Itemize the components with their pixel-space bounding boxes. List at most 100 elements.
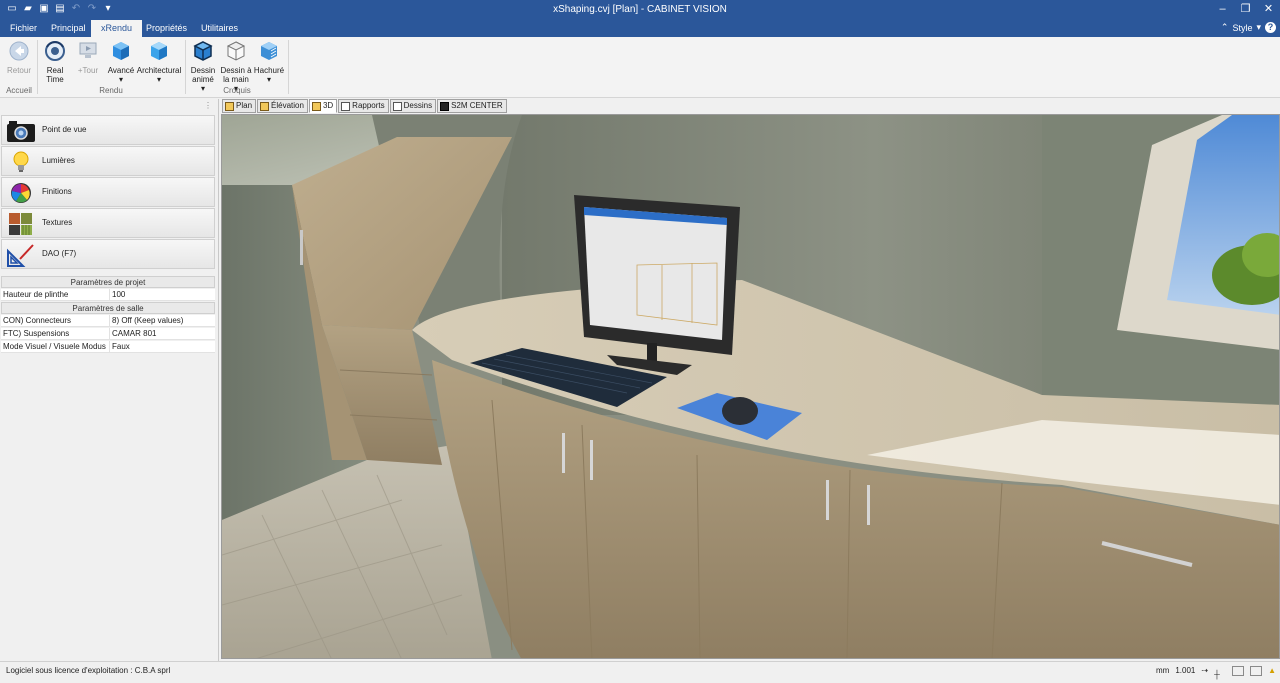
back-arrow-icon — [9, 41, 29, 61]
grid-icon[interactable] — [1232, 665, 1245, 676]
nav-label: DAO (F7) — [42, 249, 77, 258]
param-value[interactable]: CAMAR 801 — [109, 328, 215, 339]
3d-render-scene — [222, 115, 1279, 658]
warning-icon[interactable]: ▲ — [1268, 662, 1276, 679]
nav-label: Lumières — [42, 156, 75, 165]
restore-icon[interactable]: ❐ — [1234, 0, 1257, 20]
3d-viewport[interactable] — [221, 114, 1280, 659]
dessin-main-label: Dessin à la main — [220, 66, 252, 84]
collapse-ribbon-icon[interactable]: ⌃ — [1221, 22, 1229, 33]
doc-tab-label: S2M CENTER — [451, 101, 503, 110]
tab-utilitaires[interactable]: Utilitaires — [191, 20, 248, 37]
hachure-label: Hachuré — [253, 66, 285, 75]
set-square-icon — [7, 244, 34, 267]
plan-icon — [225, 101, 234, 111]
avance-button[interactable]: Avancé ▾ — [106, 40, 136, 84]
tab-xrendu[interactable]: xRendu — [91, 20, 143, 37]
tab-principal[interactable]: Principal — [41, 20, 96, 37]
textures-icon — [9, 213, 32, 235]
param-key: Hauteur de plinthe — [3, 290, 69, 299]
lightbulb-icon — [13, 151, 29, 172]
avance-label: Avancé — [107, 66, 135, 75]
realtime-icon — [45, 41, 65, 61]
group-separator — [37, 40, 38, 94]
retour-button[interactable]: Retour — [4, 40, 34, 75]
param-value[interactable]: 8) Off (Keep values) — [109, 315, 215, 326]
nav-label: Finitions — [42, 187, 72, 196]
doc-tab-elevation[interactable]: Élévation — [257, 99, 308, 113]
doc-tab-rapports[interactable]: Rapports — [338, 99, 389, 113]
param-key: FTC) Suspensions — [3, 329, 70, 338]
param-row[interactable]: CON) Connecteurs 8) Off (Keep values) — [1, 315, 215, 327]
tour-button[interactable]: +Tour — [74, 40, 102, 75]
doc-tab-label: 3D — [322, 101, 334, 110]
hachure-button[interactable]: Hachuré ▾ — [253, 40, 285, 84]
doc-tab-3d[interactable]: 3D — [308, 99, 338, 113]
crosshair-icon[interactable]: ┼ — [1214, 666, 1226, 679]
tour-icon — [79, 42, 97, 58]
help-icon[interactable]: ? — [1265, 22, 1276, 33]
status-bar: Logiciel sous licence d'exploitation : C… — [0, 661, 1280, 679]
cube-advanced-icon — [113, 42, 129, 60]
doc-tab-plan[interactable]: Plan — [222, 99, 257, 113]
report-icon — [341, 101, 351, 111]
tab-proprietes[interactable]: Propriétés — [136, 20, 197, 37]
architectural-button[interactable]: Architectural ▾ — [136, 40, 182, 84]
architectural-label: Architectural — [136, 66, 182, 75]
nav-label: Point de vue — [42, 125, 87, 134]
real-time-label: Real Time — [46, 66, 64, 84]
tour-label: +Tour — [77, 66, 99, 75]
architectural-dropdown-icon: ▾ — [156, 75, 161, 84]
snap-icon[interactable]: ⇢ — [1201, 662, 1208, 679]
scale-value[interactable]: 1.001 — [1175, 662, 1195, 679]
param-row[interactable]: Hauteur de plinthe 100 — [1, 289, 215, 301]
dessin-anime-label: Dessin animé — [190, 66, 216, 84]
doc-tab-dessins[interactable]: Dessins — [389, 99, 437, 113]
license-text: Logiciel sous licence d'exploitation : C… — [6, 666, 171, 675]
doc-tab-label: Rapports — [352, 101, 385, 110]
room-params-header: Paramètres de salle — [1, 302, 215, 314]
group-separator — [185, 40, 186, 94]
s2m-icon — [440, 101, 450, 111]
3d-icon — [311, 101, 321, 111]
panel-grip-icon[interactable]: ⋮ — [204, 101, 212, 110]
param-row[interactable]: FTC) Suspensions CAMAR 801 — [1, 328, 215, 340]
title-bar: ▭ ▰ ▣ ▤ ↶ ↷ ▾ xShaping.cvj [Plan] - CABI… — [0, 0, 1280, 20]
param-value[interactable]: Faux — [109, 341, 215, 352]
group-label-rendu: Rendu — [99, 86, 123, 95]
style-menu[interactable]: Style — [1232, 23, 1252, 33]
avance-dropdown-icon: ▾ — [118, 75, 123, 84]
style-dropdown-icon[interactable]: ▾ — [1256, 22, 1261, 33]
nav-finitions[interactable]: Finitions — [1, 177, 215, 207]
nav-label: Textures — [42, 218, 73, 227]
window-title: xShaping.cvj [Plan] - CABINET VISION — [553, 4, 727, 15]
cube-hatched-icon — [261, 42, 277, 60]
group-separator — [288, 40, 289, 94]
cube-cartoon-icon — [193, 41, 213, 61]
nav-textures[interactable]: Textures — [1, 208, 215, 238]
nav-lumieres[interactable]: Lumières — [1, 146, 215, 176]
minimize-icon[interactable]: – — [1211, 0, 1234, 20]
doc-tab-label: Élévation — [271, 101, 304, 110]
ribbon: Retour Accueil Real Time +Tour Avancé ▾ — [0, 37, 1280, 98]
retour-label: Retour — [6, 66, 31, 75]
param-key: CON) Connecteurs — [3, 316, 72, 325]
ortho-icon[interactable] — [1250, 665, 1263, 676]
group-label-accueil: Accueil — [6, 86, 32, 95]
nav-dao[interactable]: DAO (F7) — [1, 239, 215, 269]
cube-architectural-icon — [151, 42, 167, 60]
unit-label[interactable]: mm — [1156, 662, 1169, 679]
elevation-icon — [260, 101, 270, 111]
param-value[interactable]: 100 — [109, 289, 215, 300]
color-wheel-icon — [11, 183, 31, 203]
close-icon[interactable]: ✕ — [1257, 0, 1280, 20]
tab-fichier[interactable]: Fichier — [0, 20, 47, 37]
group-label-croquis: Croquis — [223, 86, 251, 95]
param-row[interactable]: Mode Visuel / Visuele Modus Faux — [1, 341, 215, 353]
document-tabs: Plan Élévation 3D Rapports Dessins S2M C… — [222, 99, 507, 114]
doc-tab-s2m-center[interactable]: S2M CENTER — [437, 99, 507, 113]
real-time-button[interactable]: Real Time — [40, 40, 70, 84]
cube-hand-icon — [226, 41, 246, 61]
nav-point-de-vue[interactable]: Point de vue — [1, 115, 215, 145]
hachure-dropdown-icon: ▾ — [266, 75, 271, 84]
